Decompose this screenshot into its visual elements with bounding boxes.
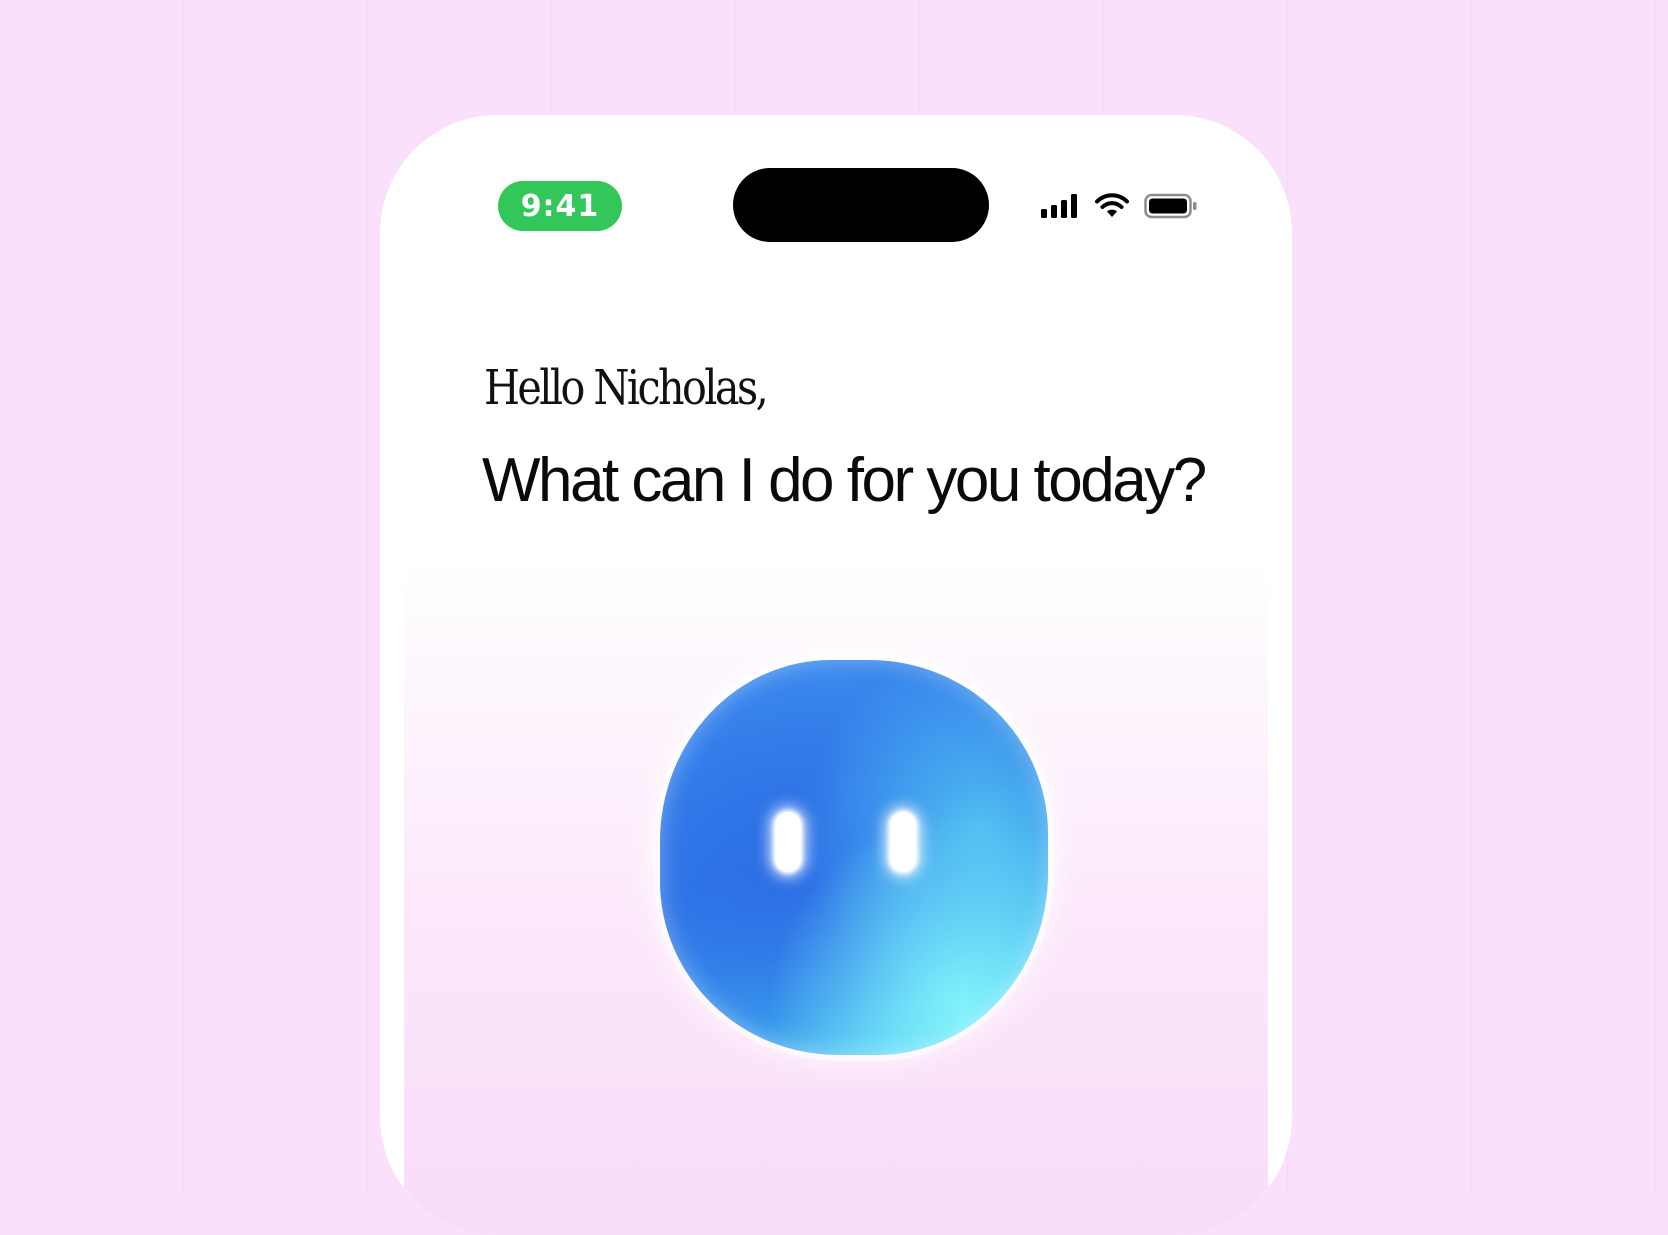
cellular-signal-icon — [1040, 193, 1080, 219]
greeting-title: Hello Nicholas, — [484, 360, 769, 416]
greeting-question: What can I do for you today? — [482, 446, 1207, 515]
phone-screen: 9:41 Hello Nicholas, What can I do for y… — [404, 115, 1268, 1235]
battery-icon — [1144, 193, 1198, 219]
phone-frame: 9:41 Hello Nicholas, What can I do for y… — [380, 115, 1292, 1235]
dynamic-island — [733, 168, 989, 242]
assistant-orb-icon[interactable] — [660, 660, 1048, 1055]
orb-right-eye — [890, 812, 916, 872]
wifi-icon — [1094, 193, 1130, 219]
status-time: 9:41 — [498, 181, 622, 231]
orb-left-eye — [775, 812, 801, 872]
status-icons — [1040, 191, 1198, 221]
